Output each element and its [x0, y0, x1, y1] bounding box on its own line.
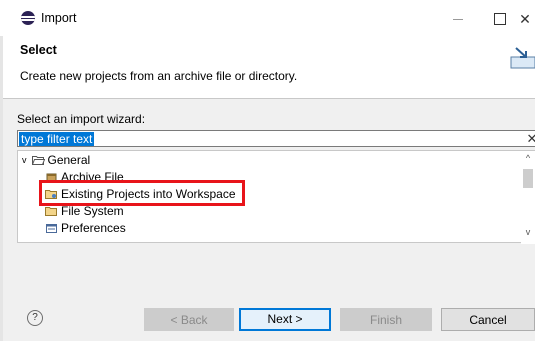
minimize-icon	[453, 18, 463, 20]
filter-input-text: type filter text	[19, 132, 95, 146]
cancel-button[interactable]: Cancel	[441, 308, 535, 331]
highlight-box	[39, 180, 245, 206]
folder-icon	[45, 207, 57, 216]
scroll-up-icon[interactable]: ^	[523, 153, 533, 163]
wizard-header: Select Create new projects from an archi…	[3, 36, 535, 98]
title-bar: Import ✕	[0, 0, 535, 36]
tree-item-label: General	[47, 153, 91, 167]
help-icon[interactable]: ?	[27, 310, 43, 326]
maximize-button[interactable]	[480, 6, 520, 32]
window-title: Import	[41, 11, 77, 25]
next-button[interactable]: Next >	[239, 308, 331, 331]
clear-filter-icon[interactable]: ✕	[525, 130, 535, 147]
scroll-down-icon[interactable]: v	[523, 227, 533, 237]
scroll-thumb[interactable]	[523, 169, 533, 188]
finish-button[interactable]: Finish	[340, 308, 432, 331]
folder-open-icon	[31, 156, 45, 165]
import-wizard-label: Select an import wizard:	[17, 112, 146, 126]
close-icon: ✕	[519, 10, 531, 27]
tree-item-preferences[interactable]: Preferences	[45, 220, 126, 237]
page-description: Create new projects from an archive file…	[20, 69, 298, 83]
expand-chevron-icon[interactable]: v	[22, 152, 27, 169]
close-button[interactable]: ✕	[515, 6, 535, 32]
tree-item-label: Preferences	[61, 221, 126, 235]
minimize-button[interactable]	[438, 6, 478, 32]
tree-vertical-scrollbar[interactable]: ^ v	[521, 151, 535, 244]
tree-item-general[interactable]: v General	[22, 152, 90, 169]
maximize-icon	[494, 13, 506, 25]
filter-input[interactable]: type filter text	[17, 130, 535, 147]
page-title: Select	[20, 43, 57, 57]
back-button[interactable]: < Back	[144, 308, 234, 331]
import-wizard-icon	[510, 47, 535, 69]
preferences-icon	[46, 224, 57, 233]
eclipse-icon	[21, 11, 35, 25]
